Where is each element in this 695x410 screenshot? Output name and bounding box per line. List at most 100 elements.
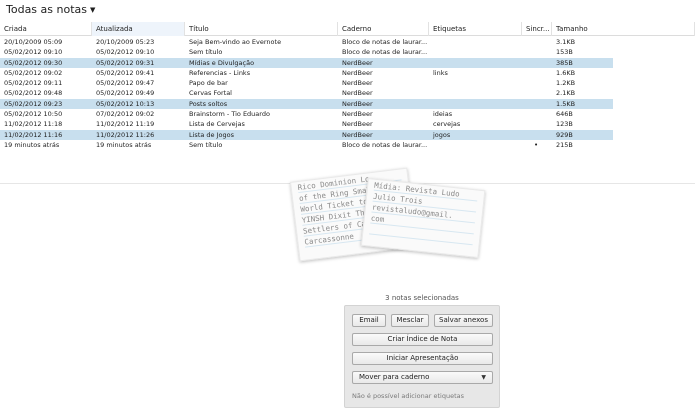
- cell-caderno: NerdBeer: [342, 68, 373, 77]
- cell-tamanho: 3.1KB: [556, 38, 576, 46]
- cell-tamanho: 1.2KB: [556, 79, 576, 88]
- view-menu-label: Todas as notas: [6, 3, 87, 16]
- create-note-index-button[interactable]: Criar Índice de Nota: [352, 333, 493, 346]
- cell-etiquetas: [429, 58, 522, 68]
- save-attachments-button[interactable]: Salvar anexos: [434, 314, 493, 327]
- cell-sincronizacao: [522, 88, 552, 98]
- cell-tamanho: 123B: [556, 120, 573, 129]
- cell-tamanho: 215B: [556, 140, 573, 149]
- cell-tamanho: 385B: [556, 58, 573, 67]
- cell-etiquetas: links: [433, 68, 448, 77]
- email-button[interactable]: Email: [352, 314, 386, 327]
- cell-tamanho: 2.1KB: [556, 89, 576, 98]
- column-header-titulo[interactable]: Título: [185, 22, 338, 36]
- cell-sincronizacao: [522, 109, 552, 119]
- cell-criada: 11/02/2012 11:16: [4, 130, 63, 139]
- column-header-criada[interactable]: Criada: [0, 22, 92, 36]
- cell-sincronizacao: [522, 68, 552, 78]
- cell-etiquetas: [429, 88, 522, 98]
- cell-criada: 05/02/2012 09:48: [4, 89, 63, 98]
- cell-sincronizacao: [522, 99, 552, 109]
- cell-atualizada: 05/02/2012 09:47: [96, 79, 155, 88]
- merge-button[interactable]: Mesclar: [391, 314, 429, 327]
- cell-titulo: Cervas Fortal: [189, 89, 232, 98]
- column-header-atualizada[interactable]: ^ Atualizada: [92, 22, 185, 36]
- caret-down-icon: ▼: [90, 5, 96, 14]
- table-row[interactable]: 05/02/2012 09:23 05/02/2012 10:13 Posts …: [0, 98, 613, 110]
- table-row[interactable]: 05/02/2012 10:50 07/02/2012 09:02 Brains…: [0, 109, 613, 119]
- notes-view-dropdown[interactable]: Todas as notas ▼: [6, 3, 95, 16]
- note-preview-card: Mídia: Revista Ludo Julio Trois revistal…: [360, 178, 486, 258]
- cell-tamanho: 929B: [556, 130, 573, 139]
- move-to-notebook-dropdown[interactable]: Mover para caderno ▼: [352, 371, 493, 384]
- move-to-notebook-label: Mover para caderno: [359, 373, 430, 381]
- cell-caderno: NerdBeer: [342, 130, 373, 139]
- cell-atualizada: 05/02/2012 09:31: [96, 58, 155, 67]
- cell-titulo: Mídias e Divulgação: [189, 58, 255, 67]
- cell-etiquetas: ideias: [433, 110, 453, 119]
- cell-titulo: Seja Bem-vindo ao Evernote: [189, 38, 282, 46]
- cell-criada: 05/02/2012 09:11: [4, 79, 63, 88]
- cell-etiquetas: cervejas: [433, 120, 461, 129]
- cell-criada: 05/02/2012 09:02: [4, 68, 63, 77]
- cell-criada: 20/10/2009 05:09: [4, 38, 63, 46]
- cell-atualizada: 05/02/2012 10:13: [96, 99, 155, 108]
- table-row[interactable]: 11/02/2012 11:16 11/02/2012 11:26 Lista …: [0, 129, 613, 140]
- cell-sincronizacao: [522, 58, 552, 68]
- multi-note-actions-panel: Email Mesclar Salvar anexos Criar Índice…: [344, 305, 500, 408]
- cell-atualizada: 11/02/2012 11:26: [96, 130, 155, 139]
- cell-atualizada: 05/02/2012 09:49: [96, 89, 155, 98]
- cell-caderno: NerdBeer: [342, 89, 373, 98]
- cell-titulo: Papo de bar: [189, 79, 228, 88]
- selected-notes-preview: Rico Dominion Lo of the Ring Small World…: [290, 167, 486, 277]
- table-row[interactable]: 20/10/2009 05:09 20/10/2009 05:23 Seja B…: [0, 37, 613, 47]
- column-header-caderno[interactable]: Caderno: [338, 22, 429, 36]
- notes-table: Criada ^ Atualizada Título Caderno Etiqu…: [0, 22, 695, 184]
- cell-caderno: NerdBeer: [342, 120, 373, 129]
- table-row[interactable]: 05/02/2012 09:02 05/02/2012 09:41 Refere…: [0, 68, 613, 78]
- cell-sincronizacao: [522, 130, 552, 140]
- cell-caderno: NerdBeer: [342, 58, 373, 67]
- column-header-tamanho[interactable]: Tamanho: [552, 22, 695, 36]
- cell-criada: 05/02/2012 09:23: [4, 99, 63, 108]
- cell-sincronizacao: [522, 47, 552, 57]
- cell-etiquetas: jogos: [433, 130, 451, 139]
- cell-etiquetas: [429, 37, 522, 47]
- cell-caderno: NerdBeer: [342, 99, 373, 108]
- cell-etiquetas: [429, 99, 522, 109]
- cell-caderno: NerdBeer: [342, 110, 373, 119]
- cell-atualizada: 05/02/2012 09:10: [96, 48, 155, 57]
- table-row[interactable]: 11/02/2012 11:18 11/02/2012 11:19 Lista …: [0, 119, 613, 129]
- cell-sincronizacao: •: [534, 140, 539, 149]
- cell-caderno: NerdBeer: [342, 79, 373, 88]
- cell-sincronizacao: [522, 78, 552, 88]
- tags-unavailable-note: Não é possível adicionar etiquetas: [352, 392, 464, 400]
- column-header-label: Atualizada: [96, 25, 133, 33]
- table-row[interactable]: 05/02/2012 09:48 05/02/2012 09:49 Cervas…: [0, 88, 613, 98]
- cell-titulo: Posts soltos: [189, 99, 228, 108]
- sort-ascending-icon: ^: [135, 22, 141, 26]
- cell-criada: 11/02/2012 11:18: [4, 120, 63, 129]
- cell-titulo: Brainstorm - Tio Eduardo: [189, 110, 270, 119]
- column-header-sincronizacao[interactable]: Sincr...: [522, 22, 552, 36]
- table-row[interactable]: 19 minutos atrás 19 minutos atrás Sem tí…: [0, 140, 613, 150]
- table-body: 20/10/2009 05:09 20/10/2009 05:23 Seja B…: [0, 37, 613, 150]
- cell-tamanho: 646B: [556, 110, 573, 119]
- dropdown-arrow-icon: ▼: [481, 374, 486, 381]
- cell-etiquetas: [429, 140, 522, 150]
- selection-count: 3 notas selecionadas: [385, 294, 459, 302]
- cell-etiquetas: [429, 47, 522, 57]
- table-row[interactable]: 05/02/2012 09:11 05/02/2012 09:47 Papo d…: [0, 78, 613, 88]
- cell-atualizada: 07/02/2012 09:02: [96, 110, 155, 119]
- cell-caderno: Bloco de notas de laurar...: [342, 38, 428, 46]
- cell-atualizada: 20/10/2009 05:23: [96, 38, 155, 46]
- cell-titulo: Sem título: [189, 140, 223, 149]
- cell-tamanho: 153B: [556, 48, 573, 57]
- column-header-etiquetas[interactable]: Etiquetas: [429, 22, 522, 36]
- cell-atualizada: 05/02/2012 09:41: [96, 68, 155, 77]
- cell-etiquetas: [429, 78, 522, 88]
- cell-caderno: Bloco de notas de laurar...: [342, 140, 428, 149]
- start-presentation-button[interactable]: Iniciar Apresentação: [352, 352, 493, 365]
- table-row[interactable]: 05/02/2012 09:10 05/02/2012 09:10 Sem tí…: [0, 47, 613, 57]
- table-row[interactable]: 05/02/2012 09:30 05/02/2012 09:31 Mídias…: [0, 57, 613, 68]
